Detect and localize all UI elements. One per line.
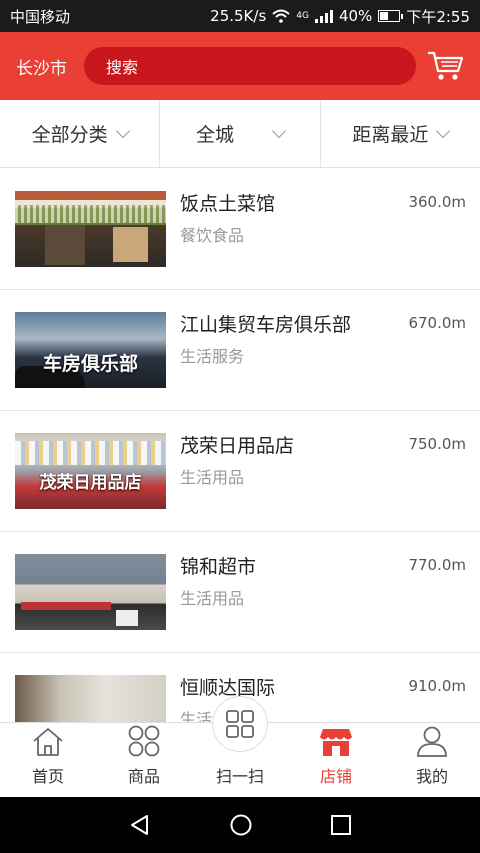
battery-percent: 40% (338, 7, 373, 25)
store-distance: 750.0m (408, 435, 466, 453)
back-icon[interactable] (128, 813, 152, 837)
scan-button[interactable] (212, 696, 268, 752)
home-circle-icon[interactable] (229, 813, 253, 837)
scan-icon (226, 710, 254, 738)
store-item[interactable]: 饭点土菜馆 餐饮食品 360.0m (0, 169, 480, 290)
grid-icon (128, 725, 160, 757)
filter-label: 距离最近 (352, 124, 429, 146)
city-selector[interactable]: 长沙市 (16, 54, 84, 79)
store-thumbnail (15, 191, 166, 267)
home-icon (33, 728, 63, 756)
chevron-down-icon (115, 123, 130, 138)
store-category: 餐饮食品 (180, 226, 245, 245)
carrier-name: 中国移动 (10, 7, 71, 26)
store-thumbnail (15, 675, 166, 722)
tab-store[interactable]: 店铺 (288, 723, 384, 797)
store-thumbnail: 车房俱乐部 (15, 312, 166, 388)
store-item[interactable]: 锦和超市 生活用品 770.0m (0, 532, 480, 653)
store-thumbnail: 茂荣日用品店 (15, 433, 166, 509)
filter-sort[interactable]: 距离最近 (321, 100, 480, 167)
store-category: 生活用品 (180, 589, 245, 608)
search-placeholder: 搜索 (106, 58, 139, 77)
recents-icon[interactable] (330, 814, 352, 836)
tab-home[interactable]: 首页 (0, 723, 96, 797)
chevron-down-icon (436, 123, 451, 138)
store-distance: 360.0m (408, 193, 466, 211)
store-name: 锦和超市 (180, 556, 257, 578)
filter-area[interactable]: 全城 (160, 100, 321, 167)
signal-icon (314, 9, 333, 23)
tab-label: 店铺 (319, 767, 352, 786)
tab-label: 商品 (127, 767, 160, 786)
network-type: 4G (296, 11, 309, 21)
store-icon (320, 729, 352, 756)
store-name: 恒顺达国际 (180, 677, 276, 699)
status-bar: 中国移动 25.5K/s 4G 40% 下午2:55 (0, 0, 480, 32)
filter-label: 全部分类 (31, 124, 108, 146)
search-input[interactable]: 搜索 (84, 47, 416, 85)
store-thumbnail (15, 554, 166, 630)
store-name: 江山集贸车房俱乐部 (180, 314, 352, 336)
store-category: 生活 (180, 710, 213, 722)
battery-icon (378, 10, 404, 22)
clock: 下午2:55 (406, 7, 470, 26)
tab-mine[interactable]: 我的 (384, 723, 480, 797)
chevron-down-icon (271, 123, 287, 138)
tab-label: 我的 (415, 767, 448, 786)
tab-label: 扫一扫 (215, 767, 264, 786)
store-item[interactable]: 车房俱乐部 江山集贸车房俱乐部 生活服务 670.0m (0, 290, 480, 411)
store-name: 饭点土菜馆 (180, 193, 276, 215)
store-category: 生活用品 (180, 468, 245, 487)
network-speed: 25.5K/s (210, 7, 267, 25)
thumbnail-caption: 车房俱乐部 (42, 353, 138, 375)
filter-category[interactable]: 全部分类 (0, 100, 161, 167)
store-distance: 910.0m (408, 677, 466, 695)
store-item[interactable]: 茂荣日用品店 茂荣日用品店 生活用品 750.0m (0, 411, 480, 532)
cart-icon (428, 51, 464, 80)
filter-label: 全城 (195, 124, 234, 146)
store-category: 生活服务 (180, 347, 245, 366)
thumbnail-caption: 茂荣日用品店 (39, 473, 142, 493)
tab-label: 首页 (31, 767, 64, 786)
store-distance: 770.0m (408, 556, 466, 574)
system-nav-bar (0, 797, 480, 853)
user-icon (417, 726, 447, 757)
app-header: 长沙市 搜索 (0, 32, 480, 100)
tab-products[interactable]: 商品 (96, 723, 192, 797)
cart-button[interactable] (426, 46, 466, 86)
store-distance: 670.0m (408, 314, 466, 332)
store-name: 茂荣日用品店 (180, 435, 295, 457)
store-list[interactable]: 饭点土菜馆 餐饮食品 360.0m 车房俱乐部 江山集贸车房俱乐部 生活服务 6… (0, 169, 480, 722)
wifi-icon (272, 9, 290, 23)
filter-bar: 全部分类 全城 距离最近 (0, 100, 480, 168)
